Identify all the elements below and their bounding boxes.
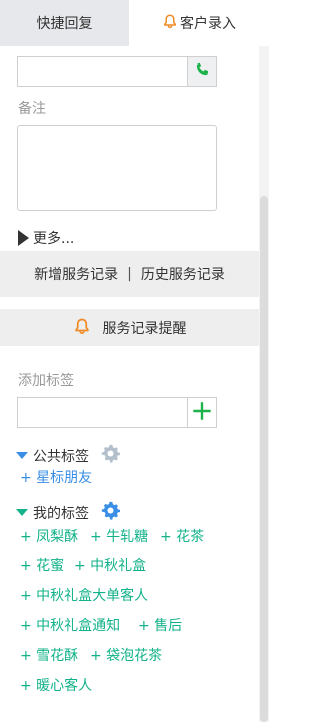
more-toggle[interactable]: 更多... [18,228,74,248]
tag-item[interactable]: + 凤梨酥 [20,526,78,546]
phone-input[interactable] [17,56,187,87]
remark-label: 备注 [18,101,46,117]
tab-customer-entry[interactable]: 客户录入 [129,0,269,46]
public-tags-title: 公共标签 [33,448,89,465]
separator: | [127,266,132,282]
tag-item[interactable]: + 星标朋友 [20,467,92,487]
tab-quick-reply[interactable]: 快捷回复 [0,0,129,46]
add-tag-button[interactable] [187,397,217,428]
tab-bar: 快捷回复 客户录入 [0,0,269,46]
public-tags-header[interactable]: 公共标签 [16,444,121,467]
plus-icon [193,401,211,424]
triangle-right-icon [18,230,29,246]
tag-item[interactable]: + 中秋礼盒 [74,555,146,575]
tab-quick-reply-label: 快捷回复 [36,16,93,32]
bell-icon [162,13,178,33]
add-tag-group [17,397,217,428]
tab-customer-entry-label: 客户录入 [180,16,236,32]
tag-input[interactable] [17,397,187,428]
add-service-record-link[interactable]: 新增服务记录 [34,264,118,284]
more-label: 更多... [33,231,75,247]
tag-item[interactable]: + 中秋礼盒大单客人 [20,585,148,605]
tag-item[interactable]: + 售后 [138,615,182,635]
tag-item[interactable]: + 中秋礼盒通知 [20,615,120,635]
tag-item[interactable]: + 牛轧糖 [90,526,148,546]
add-tag-label: 添加标签 [18,373,74,389]
tag-item[interactable]: + 花茶 [160,526,204,546]
tag-item[interactable]: + 花蜜 [20,555,64,575]
call-button[interactable] [187,56,217,87]
remark-textarea[interactable] [17,125,217,211]
phone-icon [193,61,211,83]
tag-item[interactable]: + 暖心客人 [20,675,92,695]
gear-icon[interactable] [101,444,121,467]
phone-field-group [17,56,217,87]
scrollbar-thumb[interactable] [260,196,268,722]
gear-icon[interactable] [101,501,121,524]
bell-icon [73,317,91,339]
service-reminder-button[interactable]: 服务记录提醒 [0,309,259,346]
service-record-bar: 新增服务记录 | 历史服务记录 [0,251,259,297]
my-tags-header[interactable]: 我的标签 [16,501,121,524]
my-tags-title: 我的标签 [33,505,89,522]
scrollbar[interactable] [259,46,269,722]
tag-item[interactable]: + 雪花酥 [20,645,78,665]
history-service-record-link[interactable]: 历史服务记录 [141,264,225,284]
tag-item[interactable]: + 袋泡花茶 [90,645,162,665]
caret-down-icon [16,509,28,516]
service-reminder-label: 服务记录提醒 [102,320,187,337]
caret-down-icon [16,452,28,459]
